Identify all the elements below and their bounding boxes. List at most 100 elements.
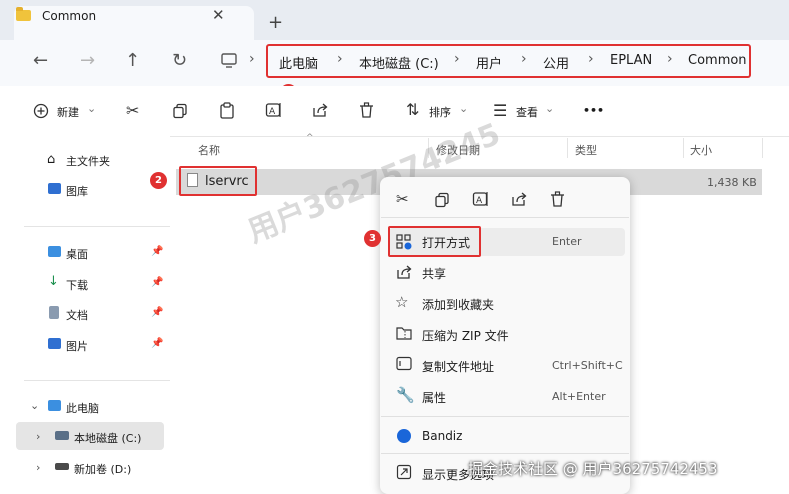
command-bar bbox=[0, 86, 789, 137]
folder-icon bbox=[16, 7, 31, 21]
back-arrow-icon[interactable]: ← bbox=[33, 50, 48, 71]
menu-item-copy-path[interactable]: 复制文件地址 bbox=[422, 358, 494, 375]
sidebar-item-home[interactable]: 主文件夹 bbox=[66, 153, 110, 169]
desktop-icon bbox=[48, 246, 61, 257]
download-icon: ↓ bbox=[48, 274, 59, 289]
cut-icon[interactable]: ✂ bbox=[126, 101, 139, 120]
breadcrumb-item-eplan[interactable]: EPLAN bbox=[610, 53, 652, 68]
pin-icon: 📌 bbox=[151, 246, 164, 257]
plus-circle-icon[interactable] bbox=[33, 103, 49, 119]
more-options-icon bbox=[396, 464, 412, 480]
annotation-badge-3: 3 bbox=[364, 230, 381, 247]
svg-text:A: A bbox=[476, 196, 483, 206]
trash-icon[interactable] bbox=[550, 191, 565, 208]
drive-icon bbox=[55, 431, 69, 440]
sort-icon[interactable]: ⇅ bbox=[406, 100, 419, 119]
document-icon bbox=[49, 306, 59, 319]
menu-divider bbox=[381, 416, 629, 417]
breadcrumb-item-this-pc[interactable]: 此电脑 bbox=[279, 53, 318, 72]
pin-icon: 📌 bbox=[151, 277, 164, 288]
breadcrumb-item-common[interactable]: Common bbox=[688, 53, 747, 68]
new-button[interactable]: 新建 bbox=[57, 104, 79, 120]
menu-item-add-to-favorites[interactable]: 添加到收藏夹 bbox=[422, 296, 494, 313]
sidebar-item-pictures[interactable]: 图片 bbox=[66, 338, 88, 354]
gallery-icon bbox=[48, 183, 61, 194]
sort-button[interactable]: 排序 bbox=[429, 104, 451, 120]
expand-down-icon[interactable]: ⌄ bbox=[30, 399, 39, 412]
breadcrumb-separator: › bbox=[588, 51, 594, 67]
zip-folder-icon bbox=[396, 327, 412, 340]
bandiz-icon bbox=[397, 429, 411, 443]
column-header-type[interactable]: 类型 bbox=[575, 142, 597, 158]
view-button[interactable]: 查看 bbox=[516, 104, 538, 120]
menu-divider bbox=[381, 453, 629, 454]
rename-icon[interactable]: A bbox=[472, 191, 490, 208]
column-divider[interactable] bbox=[567, 138, 568, 158]
menu-label-open-with: 打开方式 bbox=[422, 236, 471, 250]
breadcrumb-item-local-disk[interactable]: 本地磁盘 (C:) bbox=[359, 53, 439, 72]
more-options-icon[interactable]: ••• bbox=[583, 104, 604, 117]
tab-title: Common bbox=[42, 9, 97, 23]
copy-icon[interactable] bbox=[172, 103, 188, 119]
forward-arrow-icon[interactable]: → bbox=[80, 50, 95, 71]
column-header-size[interactable]: 大小 bbox=[690, 142, 712, 158]
share-icon bbox=[397, 265, 412, 279]
file-size: 1,438 KB bbox=[707, 176, 757, 189]
column-divider[interactable] bbox=[683, 138, 684, 158]
menu-item-share[interactable]: 共享 bbox=[422, 265, 446, 282]
breadcrumb-separator: › bbox=[249, 51, 255, 67]
annotation-badge-2: 2 bbox=[150, 172, 167, 189]
refresh-icon[interactable]: ↻ bbox=[172, 50, 187, 71]
paste-icon[interactable] bbox=[219, 102, 235, 120]
sidebar-item-documents[interactable]: 文档 bbox=[66, 307, 88, 323]
chevron-right-icon[interactable]: › bbox=[36, 430, 40, 443]
menu-shortcut-properties: Alt+Enter bbox=[552, 390, 606, 403]
pictures-icon bbox=[48, 338, 61, 349]
breadcrumb-separator: › bbox=[667, 51, 673, 67]
sidebar-item-desktop[interactable]: 桌面 bbox=[66, 246, 88, 262]
chevron-down-icon: ⌄ bbox=[459, 102, 469, 115]
pin-icon: 📌 bbox=[151, 338, 164, 349]
star-icon: ☆ bbox=[395, 293, 409, 311]
file-name[interactable]: lservrc bbox=[205, 174, 249, 189]
breadcrumb-item-public[interactable]: 公用 bbox=[543, 53, 569, 72]
copy-icon[interactable] bbox=[434, 192, 450, 208]
share-icon[interactable] bbox=[312, 102, 329, 119]
breadcrumb-separator: › bbox=[337, 51, 343, 67]
copy-path-icon bbox=[396, 356, 412, 371]
sidebar-item-gallery[interactable]: 图库 bbox=[66, 183, 88, 199]
chevron-right-icon[interactable]: › bbox=[36, 461, 40, 474]
drive-icon bbox=[55, 463, 69, 470]
chevron-down-icon: ⌄ bbox=[545, 102, 555, 115]
breadcrumb-item-users[interactable]: 用户 bbox=[476, 53, 502, 72]
sidebar-item-downloads[interactable]: 下载 bbox=[66, 277, 88, 293]
wrench-icon: 🔧 bbox=[396, 386, 415, 404]
sidebar-item-local-disk[interactable]: 本地磁盘 (C:) bbox=[74, 430, 141, 446]
sort-caret-icon: ^ bbox=[306, 133, 314, 143]
sidebar-item-this-pc[interactable]: 此电脑 bbox=[66, 400, 99, 416]
up-arrow-icon[interactable]: ↑ bbox=[125, 50, 140, 71]
menu-item-properties[interactable]: 属性 bbox=[422, 389, 446, 406]
menu-shortcut-copy-path: Ctrl+Shift+C bbox=[552, 359, 623, 372]
computer-icon bbox=[48, 400, 61, 411]
file-icon bbox=[187, 173, 198, 187]
menu-item-bandiz[interactable]: Bandiz bbox=[422, 429, 462, 443]
footer-watermark: 掘金技术社区 @ 用户36275742453 bbox=[468, 460, 718, 478]
view-lines-icon[interactable]: ☰ bbox=[493, 101, 507, 120]
rename-icon[interactable]: A bbox=[265, 102, 283, 119]
cut-icon[interactable]: ✂ bbox=[396, 190, 409, 208]
column-divider[interactable] bbox=[762, 138, 763, 158]
sidebar-item-new-volume[interactable]: 新加卷 (D:) bbox=[74, 461, 131, 477]
menu-divider bbox=[381, 217, 629, 218]
breadcrumb-separator: › bbox=[521, 51, 527, 67]
share-icon[interactable] bbox=[511, 191, 528, 208]
menu-item-compress-zip[interactable]: 压缩为 ZIP 文件 bbox=[422, 327, 509, 344]
column-header-name[interactable]: 名称 bbox=[198, 142, 220, 158]
new-tab-icon[interactable]: + bbox=[268, 12, 283, 33]
chevron-down-icon: ⌄ bbox=[87, 102, 97, 115]
pin-icon: 📌 bbox=[151, 307, 164, 318]
home-icon: ⌂ bbox=[47, 152, 56, 167]
tab-close-icon[interactable]: ✕ bbox=[212, 6, 225, 24]
trash-icon[interactable] bbox=[359, 102, 374, 119]
open-with-icon bbox=[396, 234, 412, 250]
